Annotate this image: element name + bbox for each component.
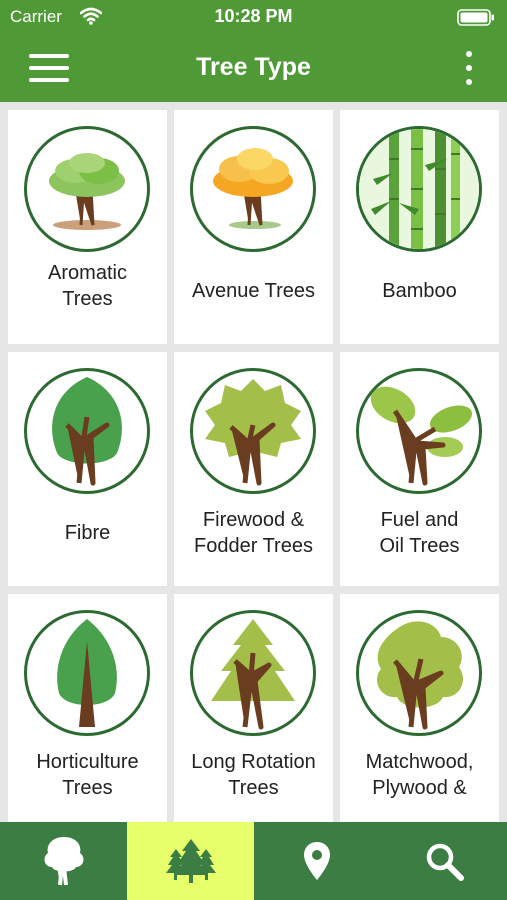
- tree-type-label: Horticulture Trees: [36, 751, 139, 799]
- long-rotation-tree-icon: [190, 610, 316, 736]
- page-title: Tree Type: [196, 53, 311, 81]
- tree-type-label: Fibre: [64, 522, 111, 544]
- tree-type-card-aromatic[interactable]: Aromatic Trees: [8, 110, 167, 344]
- location-pin-icon: [304, 842, 330, 880]
- tree-type-label: Avenue Trees: [191, 280, 316, 302]
- app-bar: Tree Type: [0, 34, 507, 102]
- aromatic-tree-icon: [24, 126, 150, 252]
- matchwood-tree-icon: [356, 610, 482, 736]
- nav-tab-location[interactable]: [254, 822, 380, 900]
- tree-type-card-firewood[interactable]: Firewood & Fodder Trees: [174, 352, 333, 586]
- tree-type-card-fuel-oil[interactable]: Fuel and Oil Trees: [340, 352, 499, 586]
- tree-type-card-horticulture[interactable]: Horticulture Trees: [8, 594, 167, 822]
- bamboo-icon: [356, 126, 482, 252]
- tree-type-card-matchwood[interactable]: Matchwood, Plywood &: [340, 594, 499, 822]
- battery-icon: [457, 9, 494, 26]
- tree-type-label: Matchwood, Plywood &: [365, 751, 474, 799]
- tree-type-label: Fuel and Oil Trees: [379, 509, 460, 557]
- status-time: 10:28 PM: [214, 6, 293, 26]
- tree-type-label: Bamboo: [382, 280, 457, 302]
- pine-trees-icon: [165, 839, 216, 883]
- tree-type-label: Firewood & Fodder Trees: [194, 509, 313, 557]
- status-bar: Carrier 10:28 PM: [0, 0, 507, 34]
- search-icon: [426, 843, 464, 881]
- nav-tab-tree-types[interactable]: [127, 822, 254, 900]
- firewood-tree-icon: [190, 368, 316, 494]
- tree-type-card-avenue[interactable]: Avenue Trees: [174, 110, 333, 344]
- avenue-tree-icon: [190, 126, 316, 252]
- tree-icon: [44, 837, 83, 886]
- nav-tab-trees[interactable]: [0, 822, 127, 900]
- tree-type-label: Aromatic Trees: [48, 262, 127, 310]
- nav-tab-search[interactable]: [380, 822, 507, 900]
- tree-type-card-long-rotation[interactable]: Long Rotation Trees: [174, 594, 333, 822]
- fibre-tree-icon: [24, 368, 150, 494]
- tree-type-card-bamboo[interactable]: Bamboo: [340, 110, 499, 344]
- tree-type-card-fibre[interactable]: Fibre: [8, 352, 167, 586]
- fuel-oil-tree-icon: [356, 368, 482, 494]
- more-vertical-icon[interactable]: [463, 49, 475, 87]
- horticulture-tree-icon: [24, 610, 150, 736]
- bottom-navigation: [0, 822, 507, 900]
- tree-type-label: Long Rotation Trees: [191, 751, 316, 799]
- tree-type-grid: Aromatic Trees Avenue Trees Bamboo Fibre…: [0, 102, 507, 822]
